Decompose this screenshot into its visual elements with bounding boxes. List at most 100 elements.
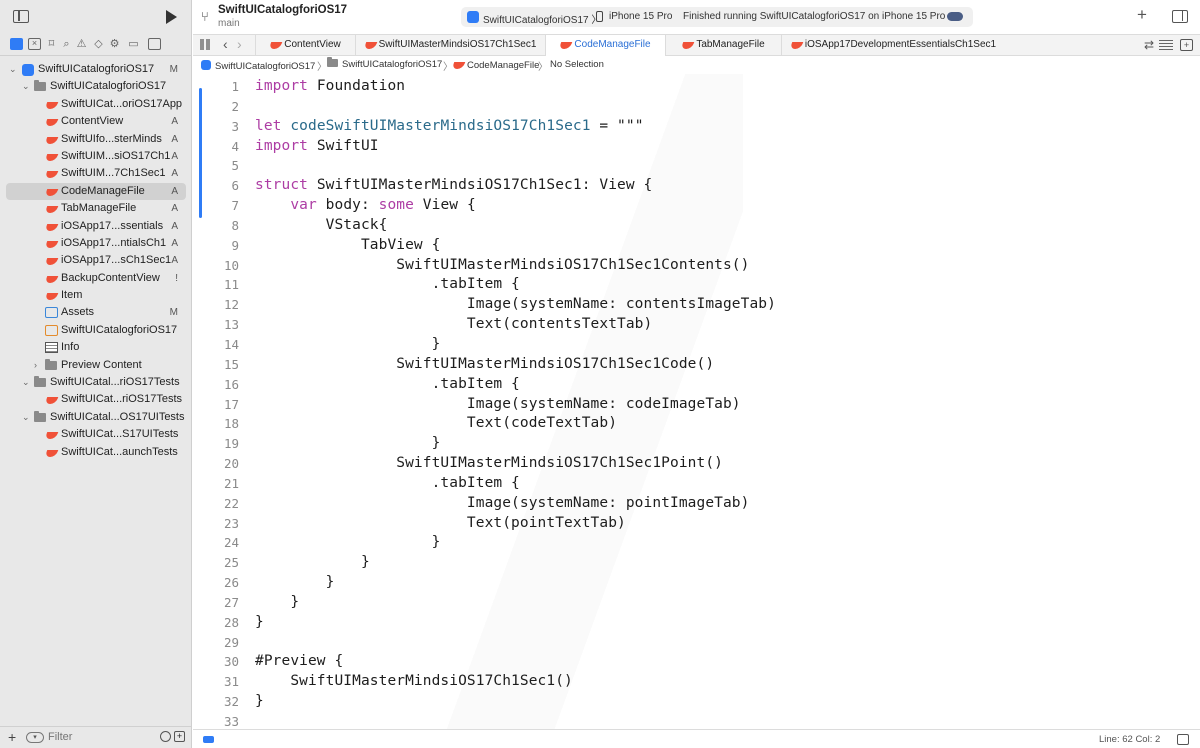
tree-item-file[interactable]: SwiftUICat...oriOS17App <box>0 96 192 113</box>
bookmark-icon[interactable]: ⌑ <box>45 38 58 50</box>
code-line[interactable]: 31 SwiftUIMasterMindsiOS17Ch1Sec1() <box>193 672 1200 692</box>
chevron-down-icon[interactable]: ⌄ <box>9 61 17 78</box>
tree-item-file[interactable]: SwiftUICat...aunchTests <box>0 444 192 461</box>
tab-iosapp17[interactable]: iOSApp17DevelopmentEssentialsCh1Sec1 <box>781 35 1005 56</box>
run-button[interactable] <box>166 10 177 24</box>
tab-contentview[interactable]: ContentView <box>255 35 355 56</box>
code-line[interactable]: 21 .tabItem { <box>193 474 1200 494</box>
code-line[interactable]: 9 TabView { <box>193 236 1200 256</box>
code-line[interactable]: 4 import SwiftUI <box>193 137 1200 157</box>
tree-item-group[interactable]: ⌄ SwiftUICatal...OS17UITests <box>0 409 192 426</box>
jumpbar-symbol[interactable]: No Selection <box>550 59 604 70</box>
code-line[interactable]: 18 Text(codeTextTab) <box>193 414 1200 434</box>
tree-item-file[interactable]: ContentView A <box>0 113 192 130</box>
code-line[interactable]: 28} <box>193 613 1200 633</box>
tree-item-group[interactable]: ⌄ SwiftUICatalogforiOS17 <box>0 78 192 95</box>
add-file-button[interactable]: + <box>8 729 16 745</box>
refresh-icon[interactable]: ⇄ <box>1144 38 1154 52</box>
code-line[interactable]: 3 let codeSwiftUIMasterMindsiOS17Ch1Sec1 … <box>193 117 1200 137</box>
panel-toggle-icon[interactable] <box>1177 734 1189 745</box>
tree-item-file[interactable]: Item <box>0 287 192 304</box>
code-line[interactable]: 22 Image(systemName: pointImageTab) <box>193 494 1200 514</box>
tree-item-entitlements[interactable]: SwiftUICatalogforiOS17 <box>0 322 192 339</box>
filter-options-icon[interactable]: ▾ <box>26 732 44 743</box>
source-editor[interactable]: 1 import Foundation 2 3 let codeSwiftUIMaste… <box>193 74 1200 729</box>
tab-tabmanagefile[interactable]: TabManageFile <box>665 35 781 56</box>
code-line[interactable]: 20 SwiftUIMasterMindsiOS17Ch1Sec1Point() <box>193 454 1200 474</box>
code-line[interactable]: 6 struct SwiftUIMasterMindsiOS17Ch1Sec1: … <box>193 176 1200 196</box>
tree-item-file[interactable]: TabManageFile A <box>0 200 192 217</box>
run-destination[interactable]: iPhone 15 Pro <box>609 11 672 22</box>
code-line[interactable]: 30 #Preview { <box>193 652 1200 672</box>
back-button[interactable]: ‹ <box>223 36 228 52</box>
tree-item-file[interactable]: SwiftUIfo...sterMinds A <box>0 131 192 148</box>
code-line[interactable]: 13 Text(contentsTextTab) <box>193 315 1200 335</box>
code-line[interactable]: 16 .tabItem { <box>193 375 1200 395</box>
code-line[interactable]: 12 Image(systemName: contentsImageTab) <box>193 295 1200 315</box>
chevron-right-icon[interactable]: › <box>34 357 37 374</box>
code-line[interactable]: 19 } <box>193 434 1200 454</box>
tree-item-project[interactable]: ⌄ SwiftUICatalogforiOS17 M <box>0 61 192 78</box>
recent-files-icon[interactable] <box>160 731 171 742</box>
tree-item-file[interactable]: iOSApp17...ssentials A <box>0 218 192 235</box>
tree-item-file-selected[interactable]: CodeManageFile A <box>6 182 186 201</box>
code-line[interactable]: 2 <box>193 97 1200 117</box>
tree-item-file[interactable]: iOSApp17...sCh1Sec1 A <box>0 252 192 269</box>
branch-name[interactable]: main <box>218 18 240 29</box>
project-navigator-icon[interactable] <box>10 38 23 50</box>
debug-area-toggle-icon[interactable] <box>203 736 214 743</box>
tree-item-file[interactable]: iOSApp17...ntialsCh1 A <box>0 235 192 252</box>
tree-item-assets[interactable]: Assets M <box>0 304 192 321</box>
code-line[interactable]: 15 SwiftUIMasterMindsiOS17Ch1Sec1Code() <box>193 355 1200 375</box>
report-icon[interactable] <box>148 38 161 50</box>
test-icon[interactable]: ◇ <box>92 38 105 50</box>
tree-item-group[interactable]: ⌄ SwiftUICatal...riOS17Tests <box>0 374 192 391</box>
add-editor-icon[interactable]: + <box>1180 39 1193 51</box>
code-line[interactable]: 32} <box>193 692 1200 712</box>
chevron-down-icon[interactable]: ⌄ <box>22 409 30 426</box>
tree-item-file[interactable]: SwiftUICat...riOS17Tests <box>0 391 192 408</box>
jumpbar-project[interactable]: SwiftUICatalogforiOS17 <box>201 59 315 72</box>
tree-item-info[interactable]: Info <box>0 339 192 356</box>
chevron-down-icon[interactable]: ⌄ <box>22 78 30 95</box>
code-line[interactable]: 24 } <box>193 533 1200 553</box>
code-line[interactable]: 23 Text(pointTextTab) <box>193 514 1200 534</box>
related-items-icon[interactable] <box>200 39 211 50</box>
chevron-down-icon[interactable]: ⌄ <box>22 374 30 391</box>
debug-icon[interactable]: ⚙ <box>108 38 121 50</box>
code-line[interactable]: 14 } <box>193 335 1200 355</box>
tree-item-file[interactable]: SwiftUICat...S17UITests <box>0 426 192 443</box>
issue-icon[interactable]: ⚠ <box>75 38 88 50</box>
code-line[interactable]: 29 <box>193 633 1200 653</box>
tree-item-group[interactable]: › Preview Content <box>0 357 192 374</box>
tree-item-file[interactable]: BackupContentView ! <box>0 270 192 287</box>
scheme-selector[interactable]: SwiftUICatalogforiOS17 〉 <box>483 11 601 26</box>
scm-filter-icon[interactable]: + <box>174 731 185 742</box>
code-line[interactable]: 10 SwiftUIMasterMindsiOS17Ch1Sec1Content… <box>193 256 1200 276</box>
find-icon[interactable]: ⌕ <box>60 38 73 50</box>
sidebar-toggle-icon[interactable] <box>13 10 29 23</box>
tab-codemanagefile[interactable]: CodeManageFile <box>545 35 665 56</box>
code-line[interactable]: 8 VStack{ <box>193 216 1200 236</box>
code-line[interactable]: 1 import Foundation <box>193 77 1200 97</box>
code-line[interactable]: 25 } <box>193 553 1200 573</box>
code-line[interactable]: 11 .tabItem { <box>193 275 1200 295</box>
source-control-icon[interactable]: × <box>28 38 41 50</box>
filter-input[interactable] <box>48 731 148 743</box>
code-line[interactable]: 5 <box>193 156 1200 176</box>
jumpbar-file[interactable]: CodeManageFile <box>453 59 539 71</box>
forward-button[interactable]: › <box>237 36 242 52</box>
breakpoint-icon[interactable]: ▭ <box>127 38 140 50</box>
editor-options-icon[interactable] <box>1159 40 1173 50</box>
jumpbar-group[interactable]: SwiftUICatalogforiOS17 <box>327 57 442 70</box>
code-line[interactable]: 33 <box>193 712 1200 729</box>
code-line[interactable]: 7 var body: some View { <box>193 196 1200 216</box>
code-line[interactable]: 17 Image(systemName: codeImageTab) <box>193 395 1200 415</box>
library-button[interactable]: + <box>1137 5 1147 25</box>
code-line[interactable]: 26 } <box>193 573 1200 593</box>
code-line[interactable]: 27 } <box>193 593 1200 613</box>
tree-item-file[interactable]: SwiftUIM...siOS17Ch1 A <box>0 148 192 165</box>
tab-swiftuimasterminds[interactable]: SwiftUIMasterMindsiOS17Ch1Sec1 <box>355 35 545 56</box>
tree-item-file[interactable]: SwiftUIM...7Ch1Sec1 A <box>0 165 192 182</box>
inspector-toggle-icon[interactable] <box>1172 10 1188 23</box>
